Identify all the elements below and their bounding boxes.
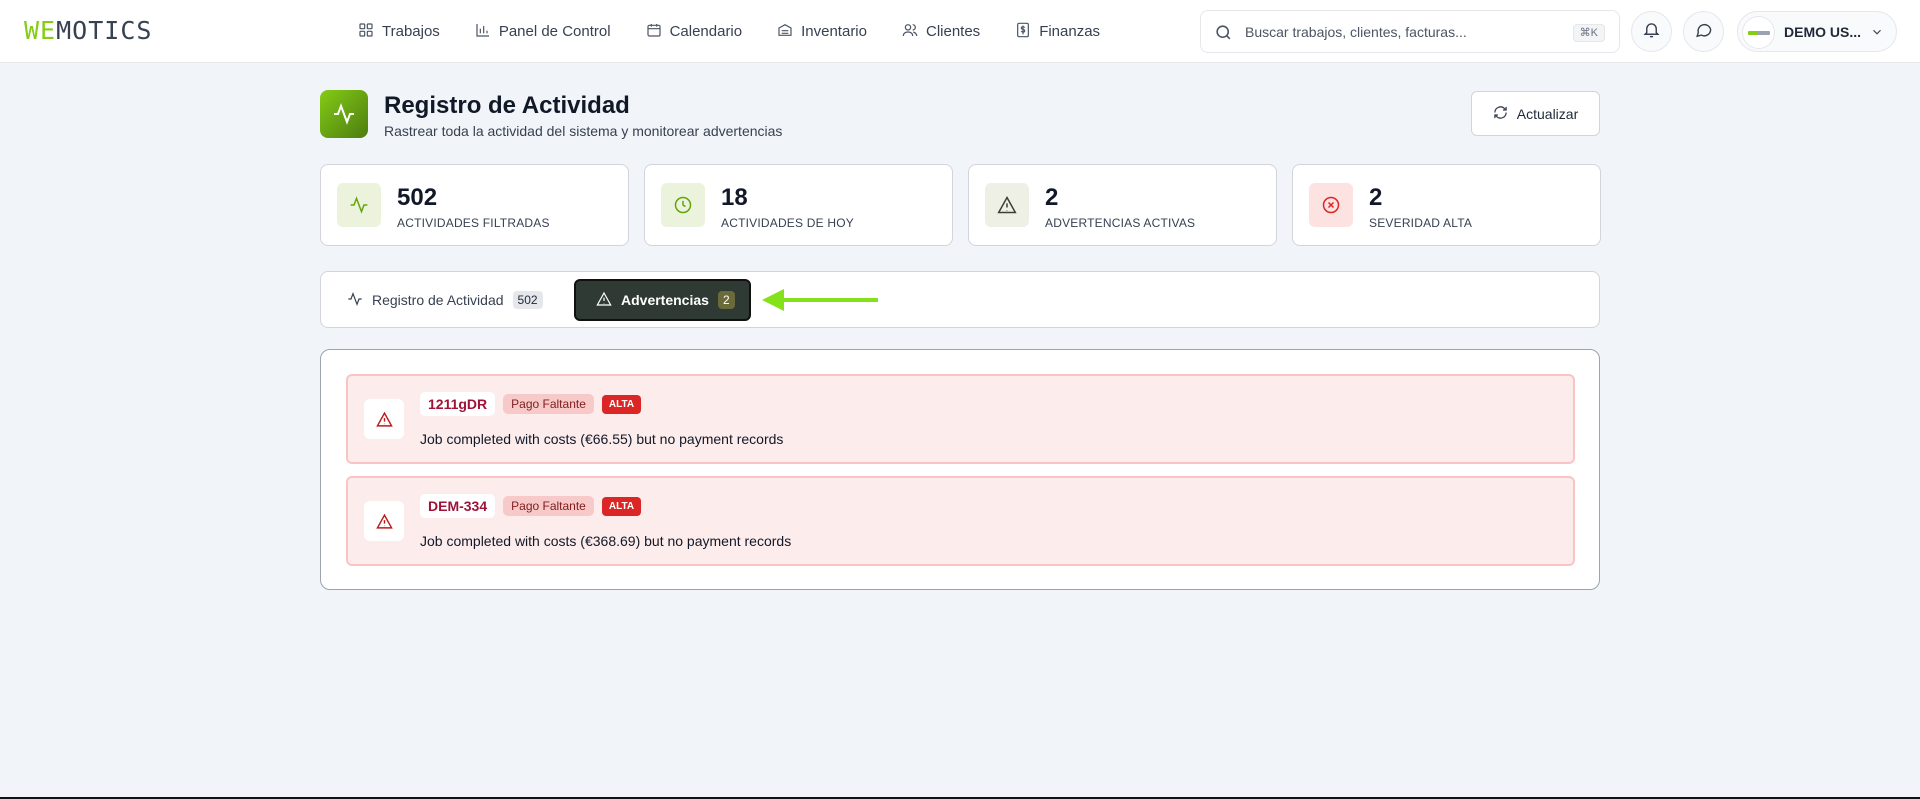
stat-label: Actividades de hoy <box>721 216 854 230</box>
main-nav: Trabajos Panel de Control Calendario Inv… <box>358 0 1135 63</box>
warning-type-badge: Pago Faltante <box>503 496 594 516</box>
stat-card-filtered-activities: 502 Actividades filtradas <box>320 164 629 246</box>
warning-icon <box>985 183 1029 227</box>
messages-button[interactable] <box>1683 11 1724 52</box>
tab-count-badge: 502 <box>512 291 543 309</box>
stat-value: 2 <box>1369 184 1383 211</box>
warning-message: Job completed with costs (€368.69) but n… <box>420 533 792 549</box>
search-icon <box>1214 23 1233 47</box>
archive-icon <box>777 22 793 42</box>
job-id-link[interactable]: 1211gDR <box>420 392 496 416</box>
stat-card-today-activities: 18 Actividades de hoy <box>644 164 953 246</box>
list-item[interactable]: 1211gDR Pago Faltante ALTA Job completed… <box>346 374 1575 464</box>
global-search[interactable]: ⌘K <box>1200 10 1620 53</box>
user-name: DEMO US... <box>1784 24 1862 40</box>
nav-item-panel-de-control[interactable]: Panel de Control <box>475 22 611 42</box>
stat-card-high-severity: 2 Severidad alta <box>1292 164 1601 246</box>
tab-activity-log[interactable]: Registro de Actividad 502 <box>347 279 543 321</box>
stat-value: 502 <box>397 184 438 211</box>
severity-badge: ALTA <box>601 496 642 516</box>
logo-we-text: WE <box>24 16 57 45</box>
warning-type-badge: Pago Faltante <box>503 394 594 414</box>
stat-card-active-warnings: 2 Advertencias activas <box>968 164 1277 246</box>
tabs-bar: Registro de Actividad 502 Advertencias 2 <box>320 271 1600 328</box>
warning-icon <box>364 399 404 439</box>
wemotics-logo[interactable]: WEMOTICS <box>24 17 152 45</box>
nav-item-finanzas[interactable]: Finanzas <box>1015 22 1100 42</box>
page-title: Registro de Actividad <box>384 92 630 119</box>
bar-chart-icon <box>475 22 491 42</box>
annotation-arrow-icon <box>762 289 878 311</box>
stat-label: Severidad alta <box>1369 216 1473 230</box>
chat-bubble-icon <box>1694 20 1713 44</box>
nav-item-clientes[interactable]: Clientes <box>902 22 980 42</box>
nav-item-label: Inventario <box>801 23 867 40</box>
dollar-file-icon <box>1015 22 1031 42</box>
nav-item-label: Calendario <box>669 23 743 40</box>
warning-header: DEM-334 Pago Faltante ALTA <box>420 494 642 518</box>
tab-warnings[interactable]: Advertencias 2 <box>574 279 751 321</box>
activity-icon <box>337 183 381 227</box>
activity-page-icon <box>320 90 368 138</box>
nav-item-label: Panel de Control <box>498 23 611 40</box>
nav-item-trabajos[interactable]: Trabajos <box>358 22 440 42</box>
tab-label: Advertencias <box>621 292 709 308</box>
refresh-label: Actualizar <box>1516 105 1579 122</box>
users-icon <box>902 22 918 42</box>
refresh-button[interactable]: Actualizar <box>1471 91 1600 136</box>
avatar <box>1742 16 1775 49</box>
nav-item-label: Finanzas <box>1039 23 1101 40</box>
warning-message: Job completed with costs (€66.55) but no… <box>420 431 784 447</box>
nav-item-label: Trabajos <box>382 23 440 40</box>
warning-icon <box>596 291 612 310</box>
x-circle-icon <box>1309 183 1353 227</box>
stat-label: Advertencias activas <box>1045 216 1196 230</box>
stat-value: 18 <box>721 184 748 211</box>
warning-header: 1211gDR Pago Faltante ALTA <box>420 392 642 416</box>
top-navigation-bar: WEMOTICS Trabajos Panel de Control Calen… <box>0 0 1920 63</box>
nav-item-label: Clientes <box>925 23 981 40</box>
logo-rest-text: MOTICS <box>56 16 153 45</box>
page-subtitle: Rastrear toda la actividad del sistema y… <box>384 123 783 139</box>
chevron-down-icon <box>1870 25 1884 44</box>
stat-value: 2 <box>1045 184 1059 211</box>
job-id-link[interactable]: DEM-334 <box>420 494 496 518</box>
tab-label: Registro de Actividad <box>372 292 504 308</box>
list-item[interactable]: DEM-334 Pago Faltante ALTA Job completed… <box>346 476 1575 566</box>
notifications-button[interactable] <box>1631 11 1672 52</box>
tab-count-badge: 2 <box>717 291 735 309</box>
calendar-icon <box>646 22 662 42</box>
nav-item-calendario[interactable]: Calendario <box>646 22 743 42</box>
clock-icon <box>661 183 705 227</box>
bell-icon <box>1642 20 1661 44</box>
warning-icon <box>364 501 404 541</box>
refresh-icon <box>1493 105 1508 123</box>
stat-label: Actividades filtradas <box>397 216 550 230</box>
search-shortcut-badge: ⌘K <box>1572 24 1605 42</box>
warnings-list-panel: 1211gDR Pago Faltante ALTA Job completed… <box>320 349 1600 590</box>
avatar-logo <box>1747 30 1770 35</box>
activity-icon <box>347 291 363 310</box>
user-menu-button[interactable]: DEMO US... <box>1737 11 1897 52</box>
nav-item-inventario[interactable]: Inventario <box>777 22 867 42</box>
grid-icon <box>358 22 374 42</box>
search-input[interactable] <box>1245 21 1565 43</box>
severity-badge: ALTA <box>601 394 642 414</box>
